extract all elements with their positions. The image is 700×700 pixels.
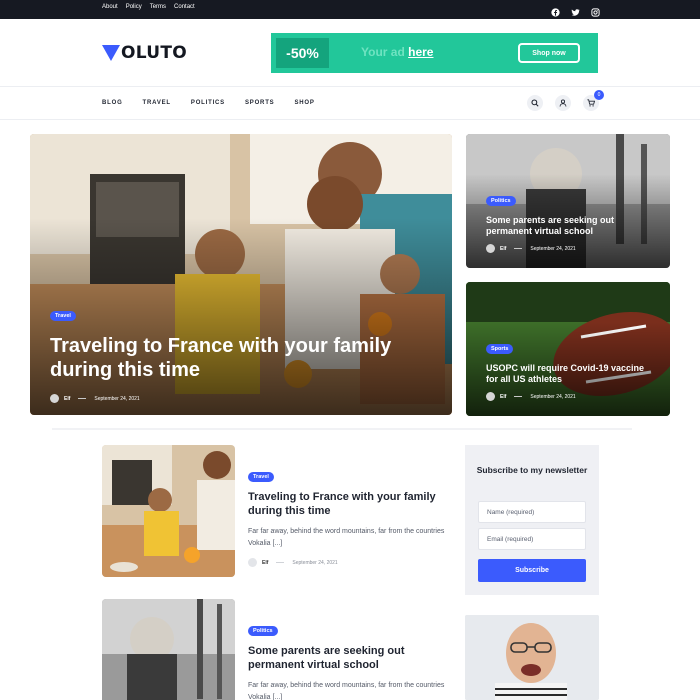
meta-divider	[276, 562, 285, 563]
hero-content: Travel Traveling to France with your fam…	[50, 304, 410, 403]
cart-count-badge: 0	[594, 90, 604, 100]
side1-title[interactable]: Some parents are seeking out permanent v…	[486, 215, 656, 237]
nav-item-shop[interactable]: SHOP	[294, 100, 314, 106]
post-meta: Elf September 24, 2021	[248, 558, 448, 567]
instagram-icon[interactable]	[591, 4, 600, 17]
ad-text: Your ad here	[361, 45, 434, 59]
side1-category-tag[interactable]: Politics	[486, 196, 516, 206]
author-name[interactable]: Elf	[500, 394, 506, 400]
author-avatar	[248, 558, 257, 567]
subscribe-button[interactable]: Subscribe	[478, 559, 586, 582]
email-field[interactable]: Email (required)	[478, 528, 586, 550]
main-nav: BLOG TRAVEL POLITICS SPORTS SHOP 0	[0, 87, 700, 120]
top-link-about[interactable]: About	[102, 4, 118, 10]
user-icon	[559, 99, 567, 107]
post-body: Travel Traveling to France with your fam…	[248, 465, 448, 567]
featured-post-side-2[interactable]: Sports USOPC will require Covid-19 vacci…	[466, 282, 670, 416]
smiling-man-image	[465, 615, 599, 700]
cart-icon	[587, 99, 595, 107]
post-thumbnail[interactable]	[102, 445, 235, 577]
author-name[interactable]: Elf	[262, 560, 268, 566]
meta-divider	[78, 398, 87, 399]
section-divider	[52, 428, 632, 430]
post-thumbnail[interactable]	[102, 599, 235, 700]
post-body: Politics Some parents are seeking out pe…	[248, 619, 448, 700]
hero-category-tag[interactable]: Travel	[50, 311, 76, 321]
post-date: September 24, 2021	[292, 559, 338, 566]
nav-item-politics[interactable]: POLITICS	[191, 100, 225, 106]
cart-button[interactable]: 0	[583, 90, 604, 111]
side1-content: Politics Some parents are seeking out pe…	[486, 189, 656, 253]
search-icon	[531, 99, 539, 107]
meta-divider	[514, 396, 523, 397]
author-name[interactable]: Elf	[64, 396, 70, 402]
post-date: September 24, 2021	[94, 395, 140, 402]
nav-item-blog[interactable]: BLOG	[102, 100, 123, 106]
featured-post-side-1[interactable]: Politics Some parents are seeking out pe…	[466, 134, 670, 268]
site-logo[interactable]: OLUTO	[102, 43, 187, 63]
name-field[interactable]: Name (required)	[478, 501, 586, 523]
side2-title[interactable]: USOPC will require Covid-19 vaccine for …	[486, 363, 656, 385]
ad-discount-badge: -50%	[276, 38, 329, 68]
facebook-icon[interactable]	[551, 4, 560, 17]
side1-meta: Elf September 24, 2021	[486, 244, 656, 253]
newsletter-widget: Subscribe to my newsletter Name (require…	[465, 445, 599, 595]
side2-meta: Elf September 24, 2021	[486, 392, 656, 401]
post-excerpt: Far far away, behind the word mountains,…	[248, 528, 445, 547]
top-link-policy[interactable]: Policy	[126, 4, 142, 10]
social-links	[551, 4, 600, 17]
top-link-terms[interactable]: Terms	[150, 4, 166, 10]
meta-divider	[514, 248, 523, 249]
hero-meta: Elf September 24, 2021	[50, 394, 410, 403]
twitter-icon[interactable]	[571, 4, 580, 16]
top-bar: About Policy Terms Contact	[0, 0, 700, 19]
side2-category-tag[interactable]: Sports	[486, 344, 514, 354]
family-kitchen-thumbnail	[102, 445, 235, 577]
newsletter-title: Subscribe to my newsletter	[476, 465, 588, 475]
nav-menu: BLOG TRAVEL POLITICS SPORTS SHOP	[102, 100, 335, 106]
logo-text: OLUTO	[121, 43, 188, 63]
logo-mark-icon	[102, 45, 120, 61]
post-title[interactable]: Some parents are seeking out permanent v…	[248, 644, 448, 672]
hero-title[interactable]: Traveling to France with your family dur…	[50, 334, 410, 382]
author-name[interactable]: Elf	[500, 246, 506, 252]
post-category-tag[interactable]: Travel	[248, 472, 274, 482]
top-link-contact[interactable]: Contact	[174, 4, 195, 10]
top-links: About Policy Terms Contact	[102, 4, 195, 10]
ad-text-link[interactable]: here	[408, 45, 433, 59]
nav-item-sports[interactable]: SPORTS	[245, 100, 274, 106]
post-title[interactable]: Traveling to France with your family dur…	[248, 490, 448, 518]
post-date: September 24, 2021	[530, 393, 576, 400]
post-date: September 24, 2021	[530, 245, 576, 252]
post-category-tag[interactable]: Politics	[248, 626, 278, 636]
nav-tools: 0	[527, 90, 604, 111]
author-avatar	[50, 394, 59, 403]
ad-banner[interactable]: -50% Your ad here Shop now	[271, 33, 598, 73]
post-excerpt: Far far away, behind the word mountains,…	[248, 682, 445, 700]
woman-park-thumbnail	[102, 599, 235, 700]
shop-now-button[interactable]: Shop now	[518, 43, 580, 63]
site-header: OLUTO -50% Your ad here Shop now	[0, 19, 700, 87]
author-profile-image	[465, 615, 599, 700]
author-avatar	[486, 392, 495, 401]
search-button[interactable]	[527, 95, 543, 111]
account-button[interactable]	[555, 95, 571, 111]
featured-post-main[interactable]: Travel Traveling to France with your fam…	[30, 134, 452, 415]
side2-content: Sports USOPC will require Covid-19 vacci…	[486, 337, 656, 401]
nav-item-travel[interactable]: TRAVEL	[143, 100, 171, 106]
author-avatar	[486, 244, 495, 253]
